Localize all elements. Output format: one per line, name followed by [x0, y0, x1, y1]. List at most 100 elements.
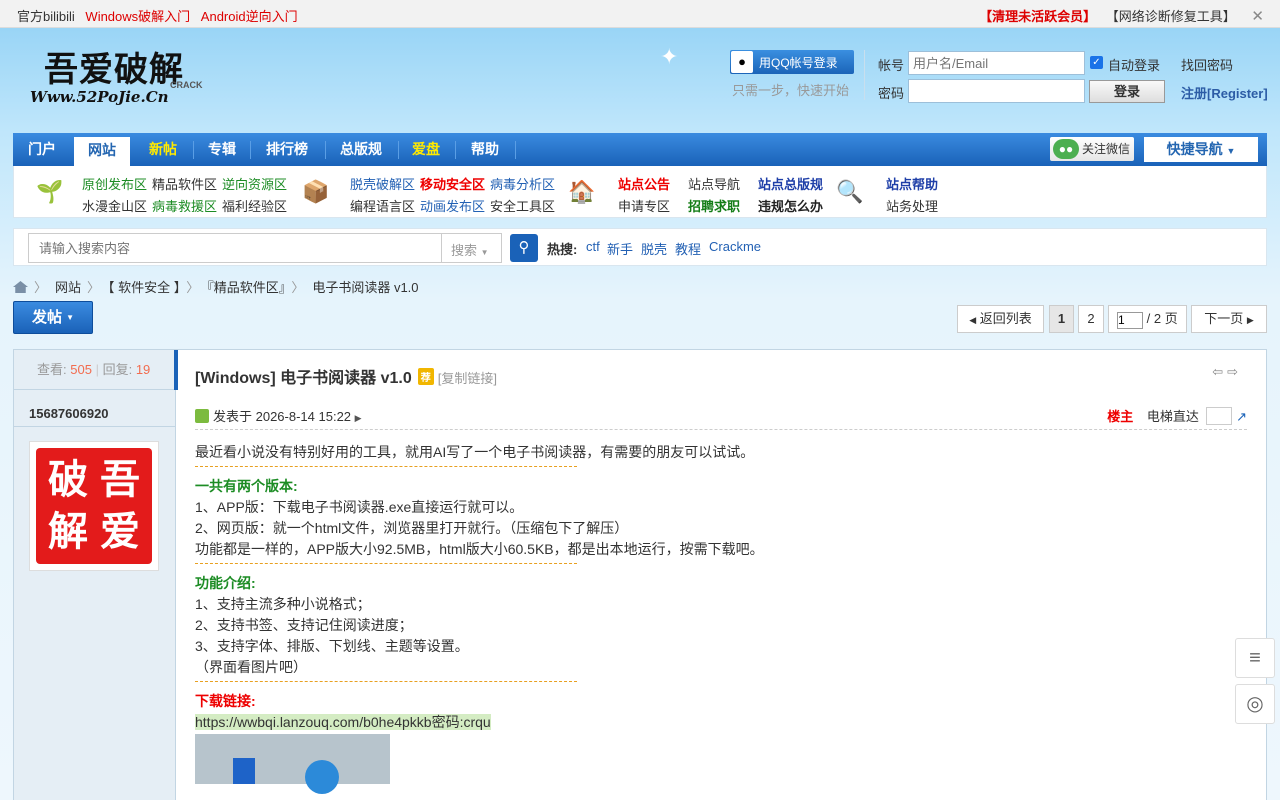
- hot-search-link[interactable]: 新手: [607, 239, 633, 258]
- forum-link[interactable]: 精品软件区: [152, 174, 217, 193]
- forum-link[interactable]: 病毒分析区: [490, 174, 555, 193]
- top-link-network-tool[interactable]: 【网络诊断修复工具】: [1106, 9, 1236, 24]
- floor-label: 楼主: [1107, 409, 1134, 424]
- replies-label: 回复:: [102, 362, 133, 377]
- divider: [14, 426, 176, 427]
- wechat-icon[interactable]: ◎: [1235, 684, 1275, 724]
- hot-search-link[interactable]: 教程: [675, 239, 701, 258]
- nav-aipan[interactable]: 爱盘: [404, 133, 448, 166]
- screenshot-image[interactable]: [195, 734, 390, 794]
- page-jump-input[interactable]: [1117, 311, 1143, 329]
- divider: [864, 50, 865, 100]
- star-icon: ✦: [660, 44, 679, 69]
- breadcrumb-item[interactable]: 电子书阅读器 v1.0: [312, 280, 418, 295]
- forum-link[interactable]: 站点帮助: [886, 174, 938, 193]
- author-sidebar: 查看: 505 | 回复: 19 15687606920 破 吾 解 爱: [14, 350, 176, 800]
- quick-nav-button[interactable]: 快捷导航 ▼: [1144, 137, 1258, 162]
- forum-link[interactable]: 逆向资源区: [222, 174, 287, 193]
- back-to-list-button[interactable]: ◀ 返回列表: [957, 305, 1044, 333]
- menu-icon[interactable]: ≡: [1235, 638, 1275, 678]
- play-icon[interactable]: ▶: [355, 413, 362, 423]
- avatar-char: 爱: [100, 508, 140, 555]
- thread-title-text: [Windows] 电子书阅读器 v1.0: [195, 370, 412, 387]
- nav-albums[interactable]: 专辑: [199, 133, 245, 166]
- edge-icon: [305, 760, 339, 794]
- page-1[interactable]: 1: [1049, 305, 1074, 333]
- forum-link[interactable]: 站点公告: [618, 174, 670, 193]
- close-icon[interactable]: ✕: [1251, 8, 1264, 25]
- nav-portal[interactable]: 门户: [18, 133, 66, 166]
- qq-login-button[interactable]: ● 用QQ帐号登录: [730, 50, 854, 74]
- forum-link[interactable]: 安全工具区: [490, 196, 555, 215]
- sub-nav: 🌱 原创发布区 精品软件区 逆向资源区 水漫金山区 病毒救援区 福利经验区 📦 …: [13, 166, 1267, 218]
- forum-link[interactable]: 申请专区: [618, 196, 670, 215]
- register-link[interactable]: 注册[Register]: [1181, 83, 1268, 102]
- password-input[interactable]: [908, 79, 1085, 103]
- dashed-divider: [195, 681, 577, 682]
- hot-search-link[interactable]: Crackme: [709, 239, 761, 254]
- copy-link[interactable]: [复制链接]: [438, 371, 497, 386]
- site-logo[interactable]: 吾爱破解 Www.52PoJie.Cn CRACK: [30, 42, 230, 116]
- top-link-android[interactable]: Android逆向入门: [201, 9, 298, 24]
- forum-link[interactable]: 站务处理: [886, 196, 938, 215]
- forum-link[interactable]: 站点导航: [688, 174, 740, 193]
- forum-link[interactable]: 脱壳破解区: [350, 174, 415, 193]
- top-link-clean-members[interactable]: 【清理未活跃会员】: [979, 9, 1096, 24]
- forum-link[interactable]: 病毒救援区: [152, 196, 217, 215]
- logo-url: Www.52PoJie.Cn: [30, 88, 169, 106]
- nav-website[interactable]: 网站: [74, 137, 130, 166]
- search-type-select[interactable]: 搜索 ▼: [441, 233, 502, 263]
- forum-link[interactable]: 福利经验区: [222, 196, 287, 215]
- chevron-down-icon: ▼: [66, 313, 75, 322]
- breadcrumb-separator: 〉: [34, 280, 48, 295]
- wechat-follow-button[interactable]: ●● 关注微信: [1050, 137, 1134, 161]
- auto-login-checkbox[interactable]: ✓: [1090, 56, 1103, 69]
- breadcrumb-item[interactable]: 『精品软件区』: [207, 280, 285, 295]
- auto-login-label[interactable]: 自动登录: [1108, 55, 1160, 74]
- dashed-divider: [195, 563, 577, 564]
- account-input[interactable]: [908, 51, 1085, 75]
- top-link-windows[interactable]: Windows破解入门: [85, 9, 190, 24]
- search-input[interactable]: [28, 233, 441, 263]
- post-paragraph: 功能都是一样的，APP版大小92.5MB，html版大小60.5KB，都是出本地…: [195, 541, 764, 557]
- next-thread-icon[interactable]: ⇨: [1227, 364, 1242, 379]
- home-icon[interactable]: [13, 281, 28, 293]
- download-link[interactable]: https://wwbqi.lanzouq.com/b0he4pkkb密码:cr…: [195, 714, 491, 730]
- breadcrumb-item[interactable]: 【 软件安全 】: [108, 280, 180, 295]
- breadcrumb-item[interactable]: 网站: [55, 280, 81, 295]
- top-links-left: 官方bilibili Windows破解入门 Android逆向入门: [17, 6, 305, 25]
- new-post-label: 发帖: [31, 309, 62, 326]
- new-post-button[interactable]: 发帖 ▼: [13, 301, 93, 334]
- top-link-bilibili[interactable]: 官方bilibili: [17, 9, 75, 24]
- nav-rankings[interactable]: 排行榜: [256, 133, 318, 166]
- forum-link[interactable]: 水漫金山区: [82, 196, 147, 215]
- prev-thread-icon[interactable]: ⇦: [1212, 364, 1227, 379]
- nav-rules[interactable]: 总版规: [331, 133, 391, 166]
- chevron-down-icon: ▼: [480, 248, 489, 257]
- next-page-button[interactable]: 下一页 ▶: [1191, 305, 1267, 333]
- forum-link[interactable]: 违规怎么办: [758, 196, 823, 215]
- forum-link[interactable]: 动画发布区: [420, 196, 485, 215]
- forum-link[interactable]: 移动安全区: [420, 174, 485, 193]
- nav-new-posts[interactable]: 新帖: [138, 133, 188, 166]
- avatar[interactable]: 破 吾 解 爱: [29, 441, 159, 571]
- hot-search-link[interactable]: 脱壳: [641, 239, 667, 258]
- find-password-link[interactable]: 找回密码: [1181, 55, 1233, 74]
- search-button[interactable]: ⚲: [510, 234, 538, 262]
- login-button[interactable]: 登录: [1089, 80, 1165, 103]
- hot-search-link[interactable]: ctf: [586, 239, 600, 254]
- elevator-input[interactable]: [1206, 407, 1233, 425]
- search-icon: ⚲: [518, 239, 530, 256]
- nav-separator: [250, 141, 251, 159]
- forum-link[interactable]: 站点总版规: [758, 174, 823, 193]
- forum-link[interactable]: 原创发布区: [82, 174, 147, 193]
- thread-stats: 查看: 505 | 回复: 19: [14, 350, 176, 390]
- author-name[interactable]: 15687606920: [29, 406, 109, 421]
- page-2[interactable]: 2: [1078, 305, 1104, 333]
- qq-login-label: 用QQ帐号登录: [759, 55, 838, 70]
- nav-help[interactable]: 帮助: [461, 133, 509, 166]
- forum-link[interactable]: 编程语言区: [350, 196, 415, 215]
- jump-icon[interactable]: ↗: [1236, 409, 1247, 424]
- forum-link[interactable]: 招聘求职: [688, 196, 740, 215]
- post-paragraph: （界面看图片吧）: [195, 659, 307, 675]
